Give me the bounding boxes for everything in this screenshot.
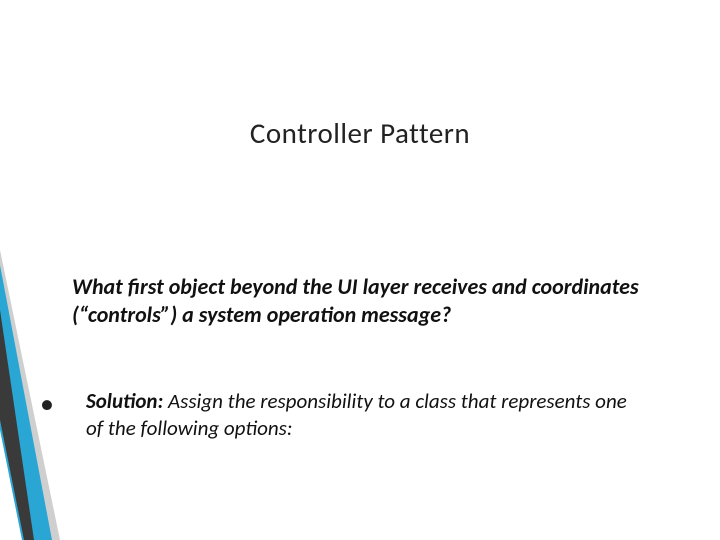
solution-body: Assign the responsibility to a class tha… <box>86 388 627 441</box>
solution-text: Solution: Assign the responsibility to a… <box>86 388 646 443</box>
slide: Controller Pattern What first object bey… <box>0 0 720 540</box>
bullet-marker: • <box>40 390 54 418</box>
corner-accent-icon <box>0 0 140 540</box>
question-text: What first object beyond the UI layer re… <box>72 273 672 328</box>
solution-label: Solution: <box>86 388 168 414</box>
slide-title: Controller Pattern <box>0 115 720 151</box>
bullet-item: • Solution: Assign the responsibility to… <box>40 388 680 443</box>
